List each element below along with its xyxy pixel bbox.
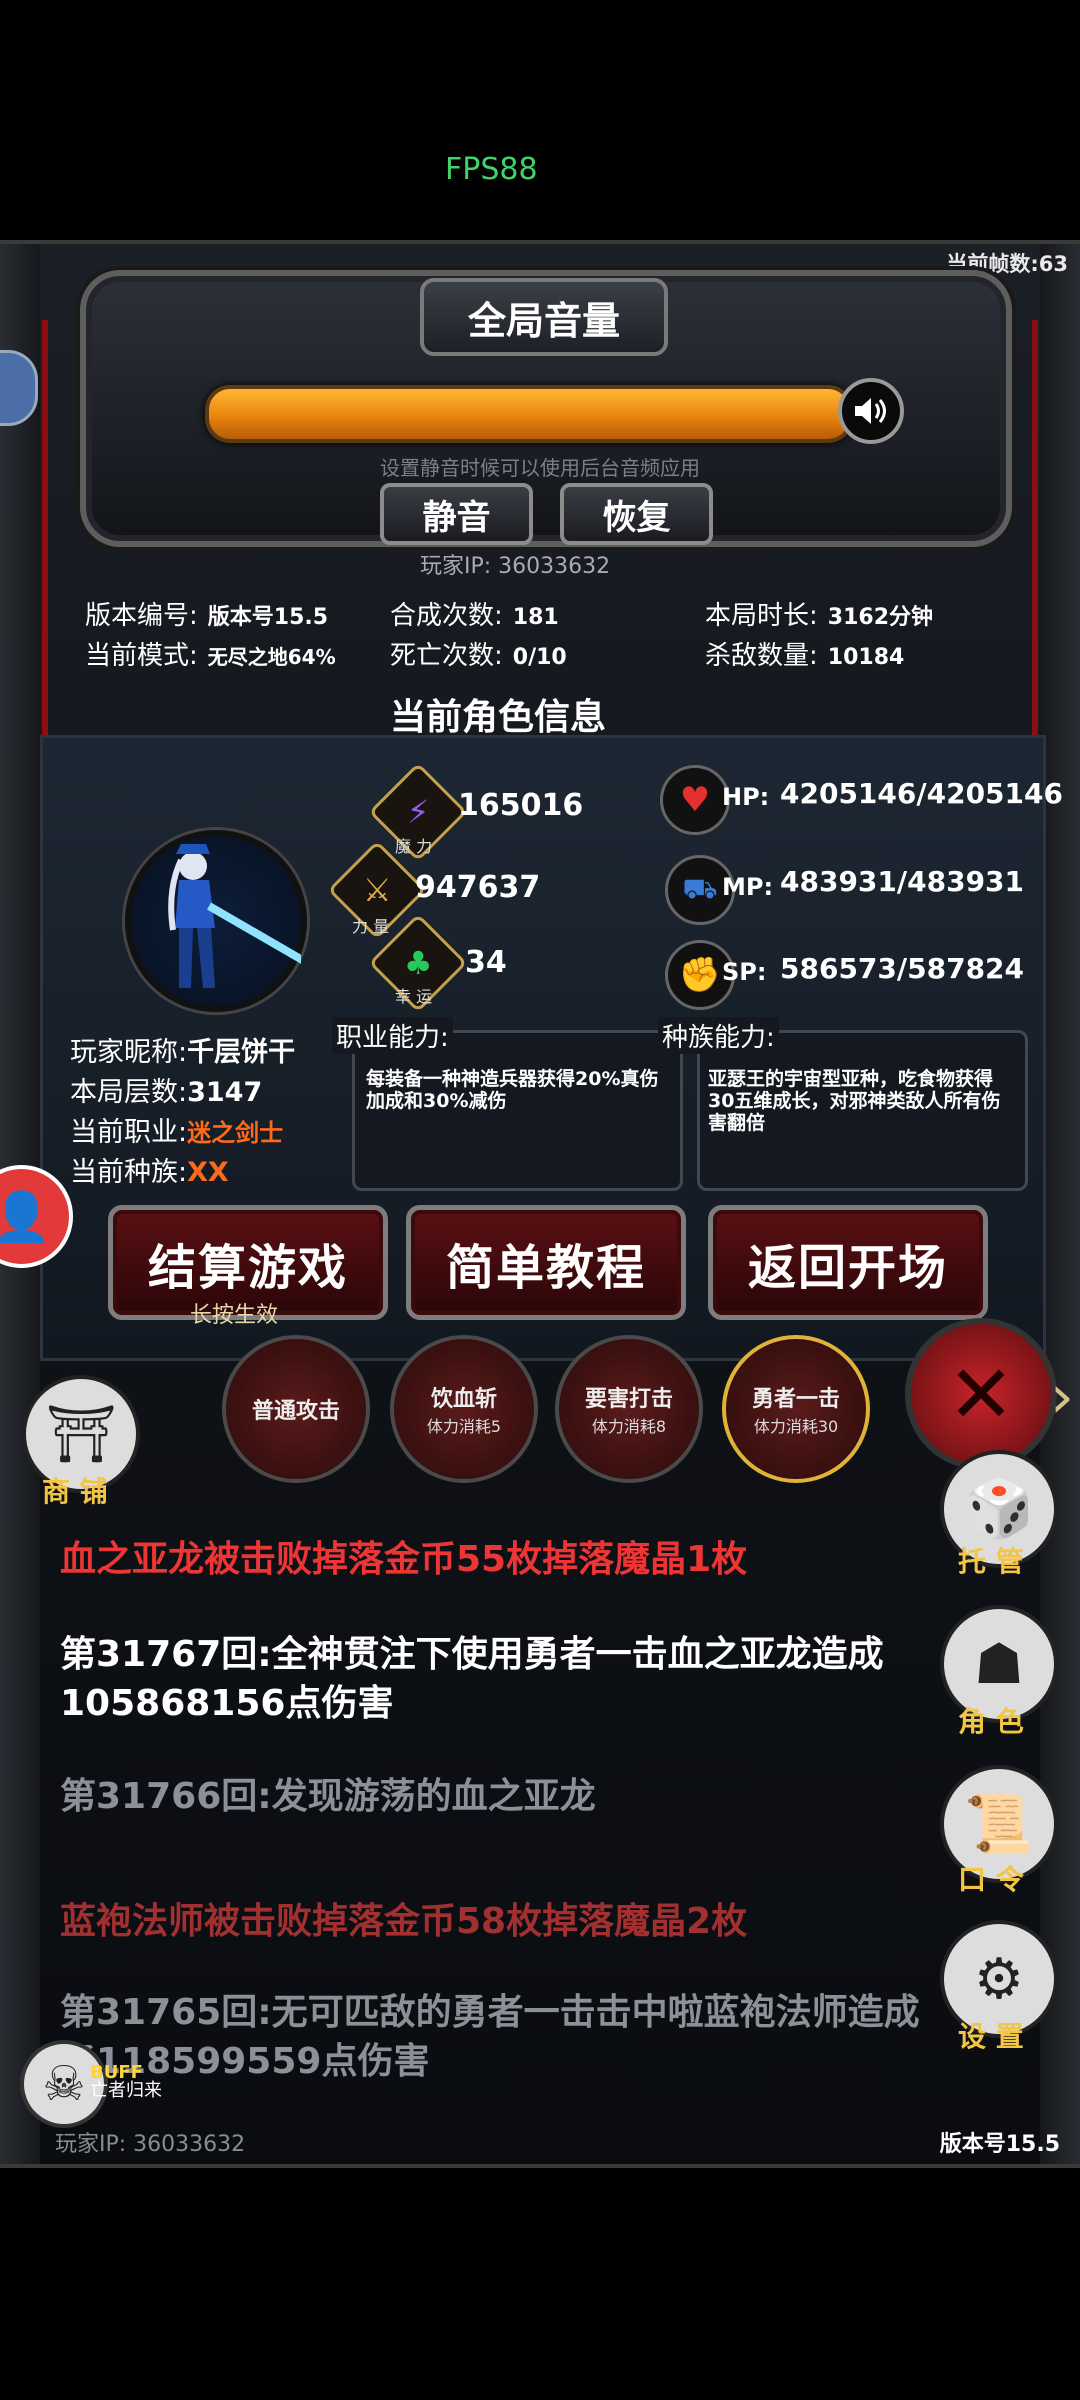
volume-slider[interactable] (205, 385, 853, 443)
skill-hero-strike[interactable]: 勇者一击 体力消耗30 (722, 1335, 870, 1483)
job-line: 当前职业:迷之剑士 (70, 1117, 284, 1148)
magic-label: 魔 力 (395, 837, 433, 856)
player-ip: 玩家IP: 36033632 (420, 554, 611, 579)
character-avatar[interactable] (125, 830, 307, 1012)
auto-label[interactable]: 托 管 (958, 1540, 1024, 1580)
job-ability-tag: 职业能力: (332, 1017, 453, 1054)
race-line: 当前种族:XX (70, 1157, 229, 1188)
settings-label[interactable]: 设 置 (958, 2015, 1024, 2055)
log-entry: 第31766回:发现游荡的血之亚龙 (60, 1776, 596, 1817)
tutorial-button[interactable]: 简单教程 (406, 1205, 686, 1320)
volume-title-plate: 全局音量 (420, 278, 668, 356)
sp-value: 586573/587824 (780, 952, 1025, 985)
bottom-player-ip: 玩家IP: 36033632 (55, 2132, 246, 2157)
hp-value: 4205146/4205146 (780, 777, 1063, 810)
back-to-start-button[interactable]: 返回开场 (708, 1205, 988, 1320)
log-entry: 第31767回:全神贯注下使用勇者一击血之亚龙造成105868156点伤害 (60, 1634, 884, 1724)
fps-counter: FPS88 (445, 152, 538, 187)
buff-text: BUFF 亡者归来 (90, 2062, 162, 2101)
stat-duration: 本局时长: 3162分钟 (705, 601, 933, 631)
speaker-icon[interactable] (838, 378, 904, 444)
luck-value: 34 (465, 945, 507, 980)
mp-value: 483931/483931 (780, 865, 1025, 898)
hp-label: HP: (722, 783, 770, 811)
restore-button[interactable]: 恢复 (560, 483, 713, 545)
strength-value: 947637 (415, 870, 541, 905)
stat-craft: 合成次数: 181 (390, 601, 559, 631)
magic-value: 165016 (458, 788, 584, 823)
bottom-version: 版本号15.5 (939, 2132, 1060, 2157)
stat-death: 死亡次数: 0/10 (390, 641, 567, 671)
role-label[interactable]: 角 色 (958, 1700, 1024, 1740)
heart-icon: ♥ (660, 765, 730, 835)
volume-hint: 设置静音时候可以使用后台音频应用 (380, 456, 700, 480)
job-ability-text: 每装备一种神造兵器获得20%真伤加成和30%减伤 (366, 1068, 659, 1112)
strength-label: 力 量 (352, 917, 390, 936)
log-entry: 血之亚龙被击败掉落金币55枚掉落魔晶1枚 (60, 1539, 748, 1580)
skill-blood-slash[interactable]: 饮血斩 体力消耗5 (390, 1335, 538, 1483)
race-ability-tag: 种族能力: (658, 1017, 779, 1054)
close-icon[interactable]: ✕ (905, 1318, 1057, 1470)
shop-label[interactable]: 商 铺 (42, 1470, 108, 1510)
log-entry: 第31765回:无可匹敌的勇者一击击中啦蓝袍法师造成了118599559点伤害 (60, 1992, 920, 2082)
nickname-line: 玩家昵称:千层饼干 (70, 1037, 296, 1068)
mp-label: MP: (722, 873, 774, 901)
settle-hint: 长按生效 (190, 1303, 279, 1328)
skill-normal-attack[interactable]: 普通攻击 (222, 1335, 370, 1483)
mute-button[interactable]: 静音 (380, 483, 533, 545)
stat-kills: 杀敌数量: 10184 (705, 641, 905, 671)
volume-title: 全局音量 (467, 298, 620, 343)
luck-label: 幸 运 (395, 987, 433, 1006)
log-entry: 蓝袍法师被击败掉落金币58枚掉落魔晶2枚 (60, 1901, 748, 1942)
code-label[interactable]: 口 令 (958, 1858, 1024, 1898)
stat-version: 版本编号: 版本号15.5 (85, 601, 329, 631)
chevron-right-icon[interactable]: › (1050, 1362, 1074, 1432)
sp-label: SP: (722, 958, 767, 986)
swordsman-figure-icon (168, 844, 307, 988)
floors-line: 本局层数:3147 (70, 1077, 263, 1108)
skill-vital-strike[interactable]: 要害打击 体力消耗8 (555, 1335, 703, 1483)
race-ability-text: 亚瑟王的宇宙型亚种，吃食物获得30五维成长，对邪神类敌人所有伤害翻倍 (708, 1068, 1001, 1134)
character-section-title: 当前角色信息 (390, 697, 607, 738)
stat-mode: 当前模式: 无尽之地64% (85, 641, 336, 671)
